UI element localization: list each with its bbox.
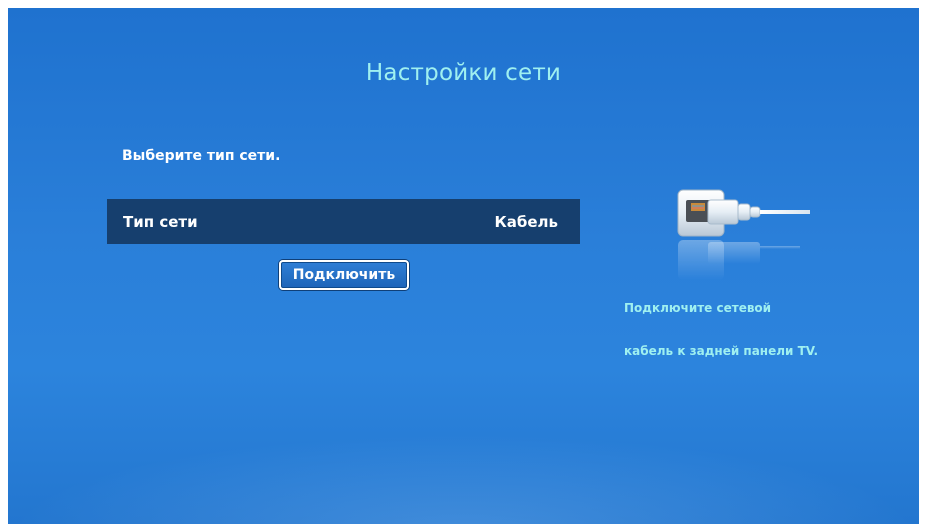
page-title: Настройки сети (365, 60, 562, 86)
network-settings-screen: Настройки сети Выберите тип сети. Тип се… (8, 8, 919, 524)
instruction-text: Выберите тип сети. (122, 148, 281, 164)
network-type-value: Кабель (494, 212, 558, 231)
hint-text-line-2: кабель к задней панели TV. (624, 344, 819, 358)
connect-button[interactable]: Подключить (279, 260, 409, 290)
hint-text-line-1: Подключите сетевой (624, 301, 772, 315)
ethernet-cable-icon (677, 189, 810, 280)
network-type-selector[interactable]: Тип сети Кабель (107, 199, 580, 244)
network-type-label: Тип сети (123, 212, 198, 231)
